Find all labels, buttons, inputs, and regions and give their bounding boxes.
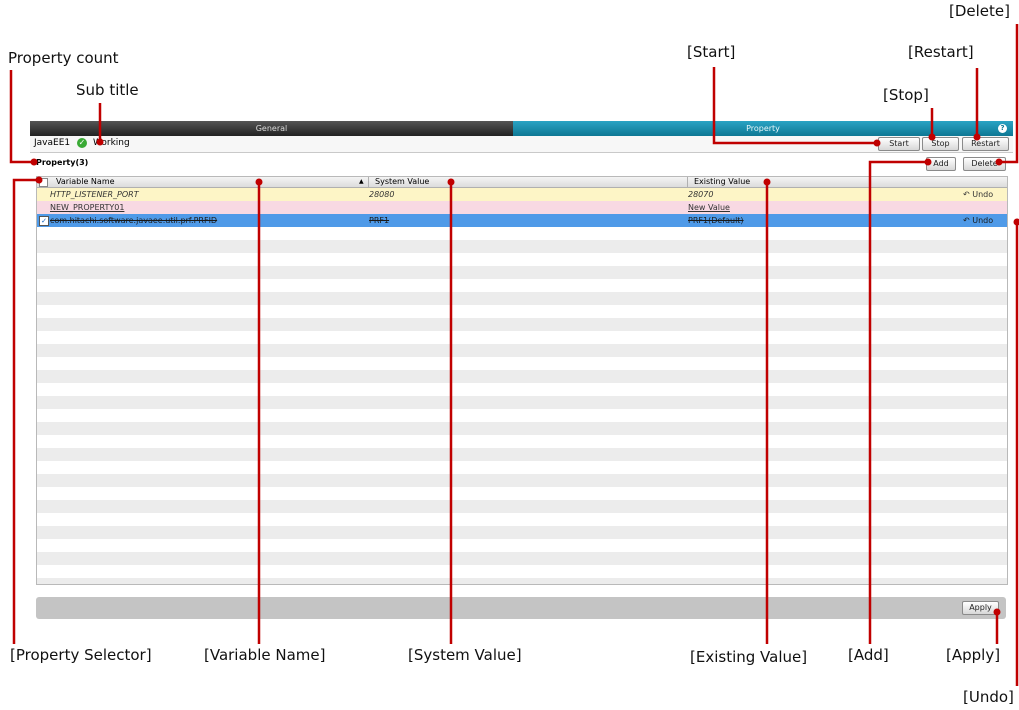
callout-dot (763, 178, 771, 186)
callout-dot (447, 178, 455, 186)
callout-dot (35, 176, 43, 184)
callout-dot (255, 178, 263, 186)
callout-line (868, 160, 928, 644)
callout-dot (993, 608, 1001, 616)
callout-dot (928, 133, 936, 141)
callout-dot (973, 133, 981, 141)
callout-dot (873, 139, 881, 147)
callout-dot (924, 158, 932, 166)
callout-line (9, 70, 34, 164)
callout-lines (9, 24, 1019, 686)
callout-dot (1013, 218, 1019, 226)
callout-dot (30, 158, 38, 166)
callout-dot (96, 138, 104, 146)
callout-line (712, 67, 877, 145)
callout-line (999, 24, 1019, 164)
callout-dot (995, 158, 1003, 166)
callout-line (12, 178, 39, 644)
